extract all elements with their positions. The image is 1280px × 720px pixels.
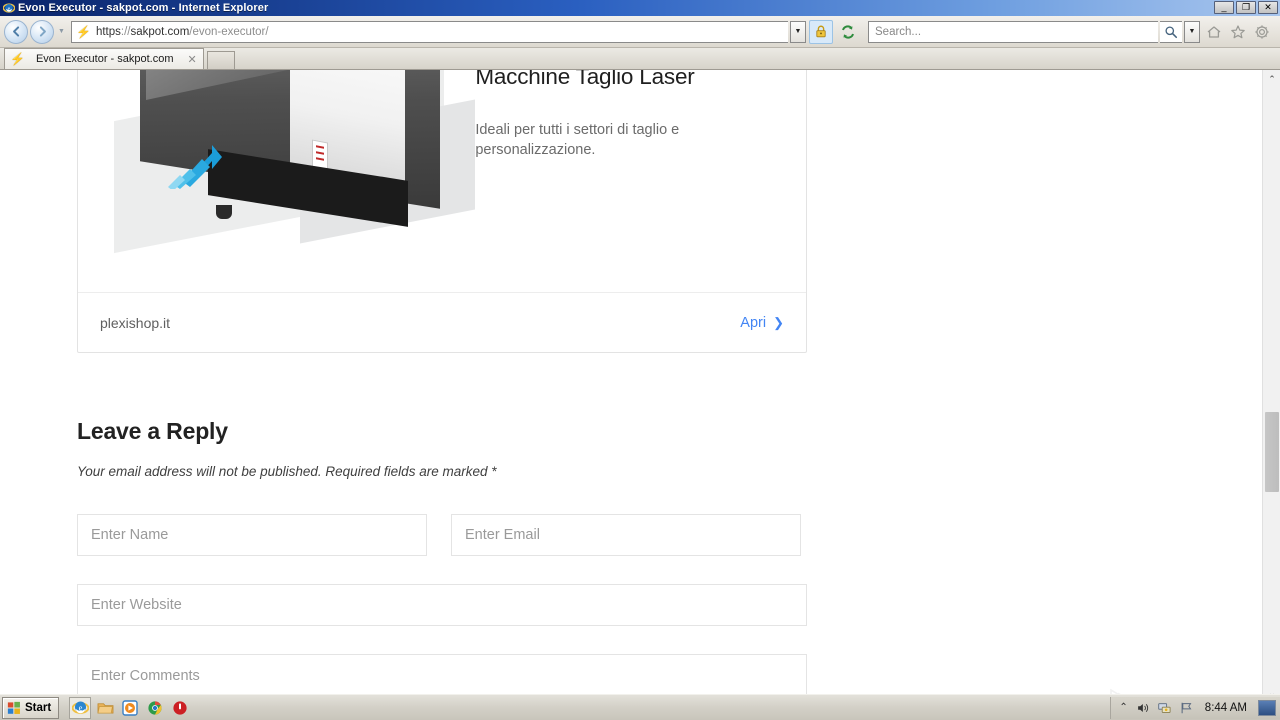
ad-body: Plexishop.it Macchine Taglio Laser Ideal… [78, 70, 806, 292]
search-input[interactable]: Search... [868, 20, 1158, 43]
website-input[interactable]: Enter Website [77, 584, 807, 626]
svg-text:e: e [8, 6, 11, 12]
browser-tab[interactable]: ⚡ Evon Executor - sakpot.com ✕ [4, 48, 204, 69]
comment-form-section: Leave a Reply Your email address will no… [77, 418, 807, 702]
lock-icon[interactable] [809, 19, 833, 44]
tab-favicon-bolt-icon: ⚡ [10, 52, 25, 66]
taskbar-internet-explorer-icon[interactable]: e [69, 696, 92, 719]
laser-machine-illustration: Plexishop.it [90, 70, 476, 285]
ad-open-link[interactable]: Apri ❯ [740, 315, 784, 331]
email-placeholder: Enter Email [465, 527, 540, 543]
tab-close-icon[interactable]: ✕ [180, 53, 197, 66]
minimize-button[interactable]: _ [1214, 1, 1234, 14]
maximize-button[interactable]: ❐ [1236, 1, 1256, 14]
tray-expand-icon[interactable]: ⌃ [1119, 702, 1127, 713]
recent-pages-dropdown-icon[interactable]: ▼ [56, 21, 67, 43]
ad-image: Plexishop.it [78, 70, 476, 292]
taskbar-folder-icon[interactable] [94, 697, 116, 719]
name-email-row: Enter Name Enter Email [77, 514, 807, 556]
home-icon[interactable] [1202, 20, 1226, 44]
tab-title: Evon Executor - sakpot.com [35, 53, 174, 65]
scroll-up-button[interactable]: ⌃ [1263, 70, 1280, 88]
taskbar-shield-icon[interactable] [169, 697, 191, 719]
address-dropdown-button[interactable]: ▼ [790, 20, 806, 43]
ad-footer: plexishop.it Apri ❯ [78, 292, 806, 352]
ad-text-block: Macchine Taglio Laser Ideali per tutti i… [475, 70, 806, 292]
search-placeholder: Search... [875, 25, 922, 38]
address-bar[interactable]: ⚡ https://sakpot.com/evon-executor/ [71, 20, 788, 43]
form-note: Your email address will not be published… [77, 464, 497, 479]
address-bar-url: https://sakpot.com/evon-executor/ [95, 25, 269, 38]
comments-placeholder: Enter Comments [91, 668, 200, 684]
new-tab-button[interactable] [206, 51, 235, 69]
ad-domain: plexishop.it [100, 314, 171, 331]
window-controls: _ ❐ ✕ [1214, 1, 1278, 14]
flag-icon[interactable] [1179, 701, 1194, 715]
windows-taskbar: Start e ⌃ 8:44 AM [0, 694, 1280, 720]
website-placeholder: Enter Website [91, 597, 182, 613]
machine-foot [216, 205, 232, 219]
taskbar-chrome-icon[interactable] [144, 697, 166, 719]
ad-subtext: Ideali per tutti i settori di taglio e p… [475, 122, 680, 158]
search-icon[interactable] [1160, 20, 1182, 43]
email-input[interactable]: Enter Email [451, 514, 801, 556]
advertisement-card[interactable]: Plexishop.it Macchine Taglio Laser Ideal… [77, 70, 807, 353]
start-label: Start [25, 701, 52, 714]
network-icon[interactable] [1157, 701, 1172, 715]
site-favicon-bolt-icon: ⚡ [76, 24, 91, 39]
browser-toolbar: ▼ ⚡ https://sakpot.com/evon-executor/ ▼ … [0, 16, 1280, 48]
vertical-scrollbar[interactable]: ⌃ ⌄ [1262, 70, 1280, 702]
search-provider-dropdown[interactable]: ▼ [1184, 20, 1200, 43]
internet-explorer-icon: e [3, 2, 15, 14]
taskbar-media-player-icon[interactable] [119, 697, 141, 719]
name-input[interactable]: Enter Name [77, 514, 427, 556]
web-page: Plexishop.it Macchine Taglio Laser Ideal… [0, 70, 1262, 702]
favorites-star-icon[interactable] [1226, 20, 1250, 44]
scrollbar-thumb[interactable] [1265, 412, 1279, 492]
volume-icon[interactable] [1135, 701, 1150, 715]
ad-headline: Macchine Taglio Laser [475, 70, 695, 89]
window-title-bar: e Evon Executor - sakpot.com - Internet … [0, 0, 1280, 16]
gear-icon[interactable] [1250, 20, 1274, 44]
back-button[interactable] [4, 19, 28, 44]
close-button[interactable]: ✕ [1258, 1, 1278, 14]
system-tray: ⌃ 8:44 AM [1110, 696, 1280, 719]
page-title: Leave a Reply [77, 418, 228, 444]
quick-launch-bar: e [69, 696, 191, 719]
name-placeholder: Enter Name [91, 527, 169, 543]
window-title: Evon Executor - sakpot.com - Internet Ex… [18, 2, 269, 14]
start-button[interactable]: Start [2, 696, 60, 719]
browser-tool-icons [1202, 20, 1276, 44]
show-desktop-button[interactable] [1258, 699, 1276, 716]
windows-logo-icon [7, 701, 21, 715]
ad-arrow-icon [166, 141, 232, 189]
ad-open-label: Apri [740, 314, 767, 331]
forward-button[interactable] [30, 19, 54, 44]
svg-text:e: e [78, 702, 82, 712]
page-viewport: Plexishop.it Macchine Taglio Laser Ideal… [0, 70, 1280, 702]
clock[interactable]: 8:44 AM [1201, 702, 1251, 714]
chevron-right-icon: ❯ [773, 314, 784, 330]
tab-bar: ⚡ Evon Executor - sakpot.com ✕ [0, 48, 1280, 70]
refresh-icon[interactable] [836, 20, 860, 44]
